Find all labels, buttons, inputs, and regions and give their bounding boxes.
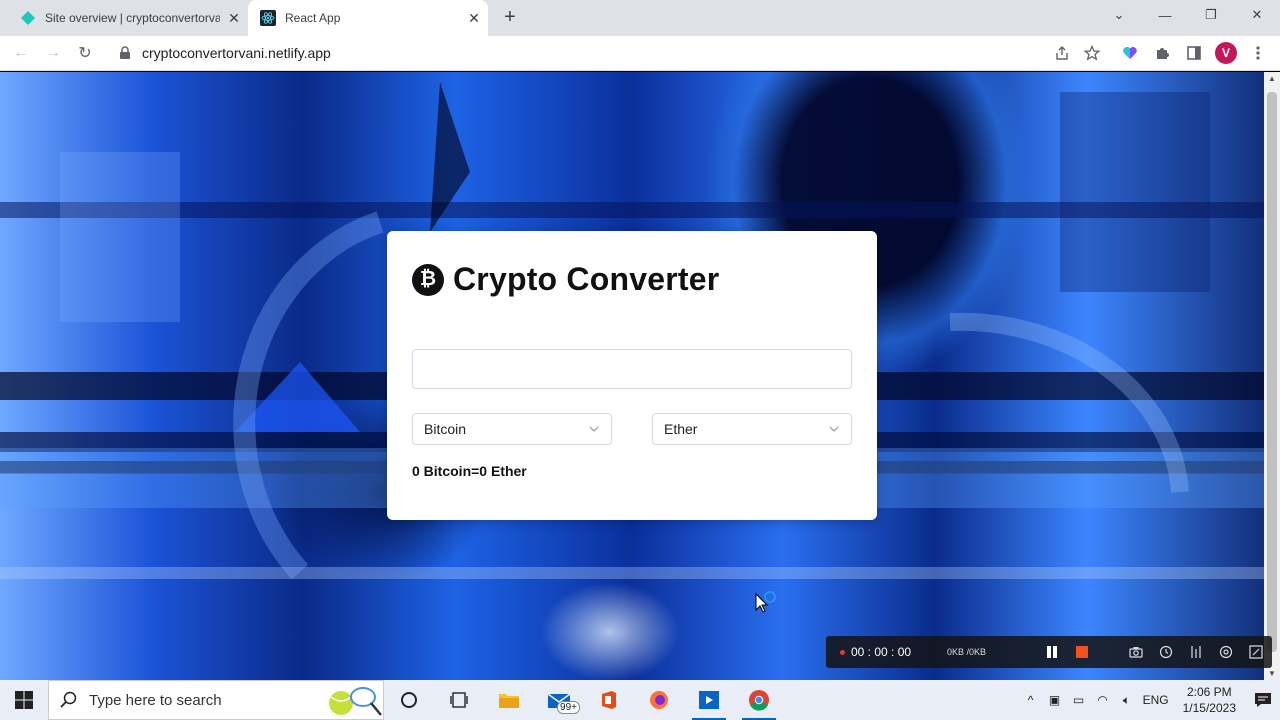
tab-strip: Site overview | cryptoconvertorvani ✕ Re… — [0, 0, 1280, 36]
taskbar-search[interactable]: Type here to search — [48, 680, 384, 720]
page-title: Crypto Converter — [453, 261, 720, 297]
scrollbar-thumb[interactable] — [1267, 92, 1277, 652]
settings-button[interactable] — [1211, 636, 1241, 668]
task-view-icon — [450, 692, 468, 708]
office-icon — [602, 691, 616, 709]
from-currency-select[interactable]: Bitcoin — [412, 413, 612, 445]
chevron-down-icon — [829, 426, 839, 432]
profile-button[interactable]: V — [1214, 41, 1238, 65]
back-button[interactable]: ← — [8, 40, 34, 66]
mail-badge: 99+ — [557, 701, 580, 714]
volume-icon[interactable]: 🔈︎ — [1115, 693, 1139, 708]
avatar: V — [1215, 42, 1237, 64]
tab-site-overview[interactable]: Site overview | cryptoconvertorvani ✕ — [8, 0, 248, 36]
restore-button[interactable]: ❐ — [1188, 0, 1234, 30]
start-button[interactable] — [0, 680, 48, 720]
clock-date: 1/15/2023 — [1182, 701, 1236, 715]
camera-icon — [1129, 647, 1143, 658]
search-icon — [60, 691, 77, 708]
stop-button[interactable] — [1067, 636, 1097, 668]
browser-toolbar: ← → ↻ cryptoconvertorvani.netlify.app V — [0, 36, 1280, 71]
video-editor-icon — [699, 691, 719, 709]
conversion-result: 0 Bitcoin=0 Ether — [412, 463, 527, 479]
extensions-puzzle-icon[interactable] — [1150, 41, 1174, 65]
cortana-circle-icon — [401, 692, 417, 708]
mouse-cursor-icon — [755, 591, 776, 613]
file-explorer-app[interactable] — [484, 680, 534, 720]
clock-icon — [1159, 645, 1173, 659]
tab-title: React App — [285, 11, 341, 25]
to-currency-value: Ether — [664, 421, 698, 437]
screen-recorder-bar: 00 : 00 : 00 0KB /0KB — [826, 636, 1272, 668]
timer-button[interactable] — [1151, 636, 1181, 668]
recording-size: 0KB /0KB — [947, 647, 987, 657]
amount-input[interactable] — [412, 349, 852, 389]
clock-time: 2:06 PM — [1186, 685, 1232, 699]
battery-icon[interactable]: ▭ — [1067, 693, 1091, 707]
pause-icon — [1047, 646, 1057, 658]
chevron-down-icon — [589, 426, 599, 432]
search-placeholder: Type here to search — [89, 691, 222, 709]
card-header: ₿ Crypto Converter — [412, 261, 719, 298]
stop-icon — [1076, 646, 1088, 658]
forward-button[interactable]: → — [40, 40, 66, 66]
close-icon[interactable]: ✕ — [220, 10, 248, 27]
notifications-icon[interactable] — [1246, 692, 1280, 708]
page-scrollbar[interactable]: ▲ ▼ — [1264, 72, 1280, 680]
scroll-up-arrow-icon[interactable]: ▲ — [1264, 74, 1280, 83]
extension-heart-icon[interactable] — [1118, 41, 1142, 65]
windows-taskbar: Type here to search 99+ ^ ▣ ▭ ◠ 🔈︎ ENG 2… — [0, 680, 1280, 720]
address-bar[interactable]: cryptoconvertorvani.netlify.app — [108, 38, 1108, 68]
mail-app[interactable]: 99+ — [534, 680, 584, 720]
input-language[interactable]: ENG — [1143, 693, 1169, 707]
bookmark-star-icon[interactable] — [1084, 45, 1100, 61]
side-panel-icon[interactable] — [1182, 41, 1206, 65]
vscode-app[interactable] — [684, 680, 734, 720]
tab-title: Site overview | cryptoconvertorvani — [45, 11, 220, 25]
tab-react-app[interactable]: React App ✕ — [248, 0, 488, 36]
new-tab-button[interactable]: + — [498, 6, 522, 30]
minimize-button[interactable]: — — [1142, 0, 1188, 30]
screenshot-button[interactable] — [1121, 636, 1151, 668]
lock-icon — [120, 46, 130, 59]
minimize-recorder-button[interactable] — [1241, 636, 1271, 668]
bitcoin-icon: ₿ — [412, 263, 444, 296]
tennis-search-highlight-icon — [329, 687, 382, 716]
recording-dot-icon — [840, 649, 845, 655]
to-currency-select[interactable]: Ether — [652, 413, 852, 445]
cortana-button[interactable] — [384, 680, 434, 720]
converter-card: ₿ Crypto Converter Bitcoin Ether 0 Bitco… — [387, 231, 877, 520]
scroll-down-arrow-icon[interactable]: ▼ — [1264, 669, 1280, 678]
chrome-icon — [749, 690, 769, 711]
pause-button[interactable] — [1037, 636, 1067, 668]
share-icon[interactable] — [1054, 45, 1070, 61]
close-icon[interactable]: ✕ — [460, 10, 488, 27]
firefox-icon — [650, 691, 668, 709]
brush-icon — [1191, 646, 1201, 658]
close-window-button[interactable]: ✕ — [1234, 0, 1280, 30]
menu-kebab-icon[interactable] — [1246, 41, 1270, 65]
react-icon — [260, 10, 276, 26]
taskbar-clock[interactable]: 2:06 PM 1/15/2023 — [1183, 684, 1236, 716]
gear-icon — [1219, 645, 1233, 659]
office-app[interactable] — [584, 680, 634, 720]
show-hidden-icons-chevron-icon[interactable]: ^ — [1019, 693, 1043, 707]
tools-button[interactable] — [1181, 636, 1211, 668]
tab-search-chevron-icon[interactable]: ⌄ — [1096, 0, 1142, 30]
from-currency-value: Bitcoin — [424, 421, 467, 437]
wifi-icon[interactable]: ◠ — [1091, 693, 1115, 707]
windows-logo-icon — [15, 691, 33, 709]
system-tray: ^ ▣ ▭ ◠ 🔈︎ ENG 2:06 PM 1/15/2023 — [1019, 680, 1280, 720]
folder-icon — [499, 694, 519, 708]
firefox-app[interactable] — [634, 680, 684, 720]
url-text: cryptoconvertorvani.netlify.app — [142, 45, 331, 61]
reload-button[interactable]: ↻ — [72, 40, 98, 66]
meet-now-icon[interactable]: ▣ — [1043, 693, 1067, 707]
netlify-icon — [21, 11, 35, 25]
collapse-icon — [1249, 645, 1263, 659]
chrome-app[interactable] — [734, 680, 784, 720]
task-view-button[interactable] — [434, 680, 484, 720]
recording-time: 00 : 00 : 00 — [851, 645, 912, 659]
